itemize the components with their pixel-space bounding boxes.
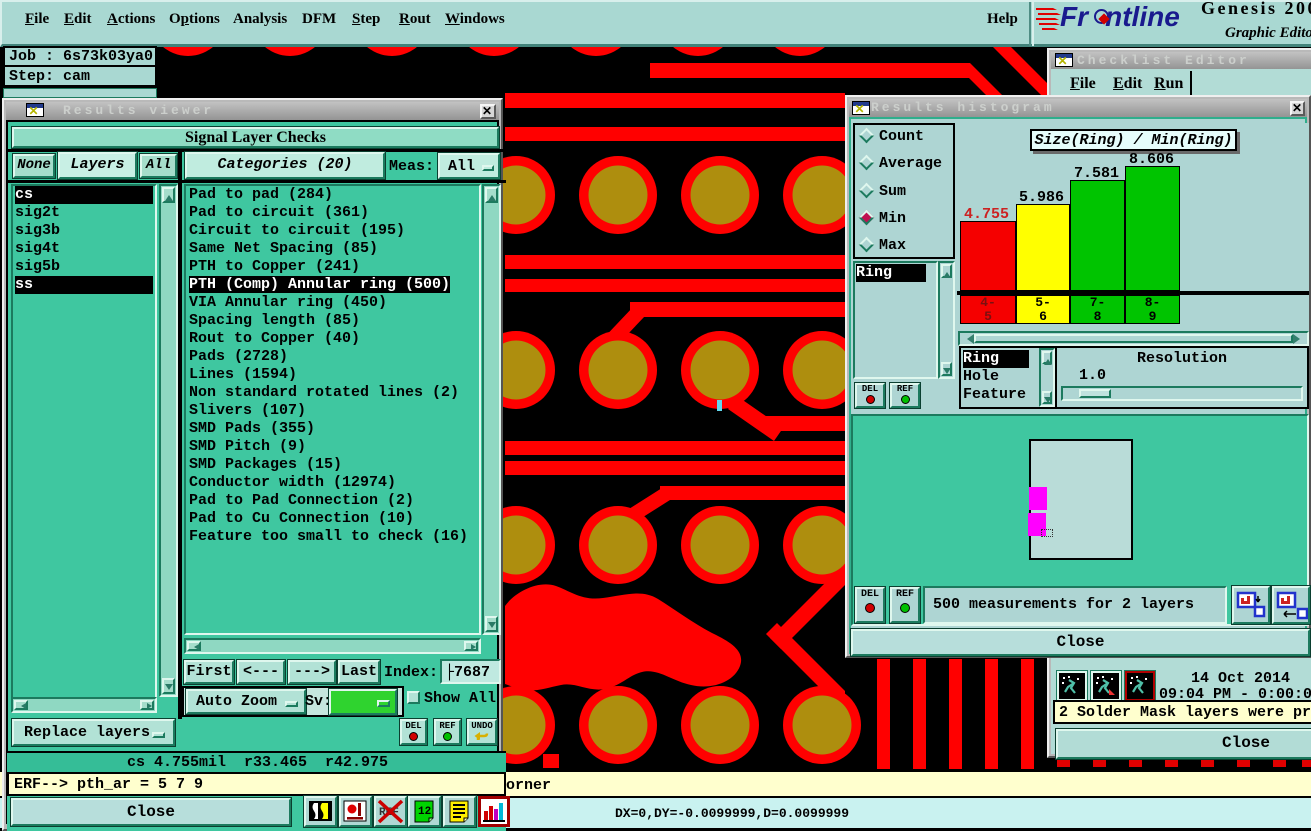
svg-text:12: 12 bbox=[418, 806, 431, 818]
